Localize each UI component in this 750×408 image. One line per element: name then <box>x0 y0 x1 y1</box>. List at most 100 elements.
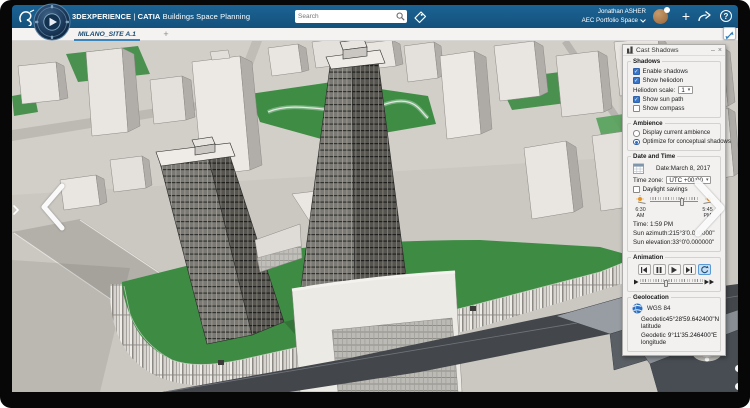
next-view-arrow[interactable] <box>688 177 730 239</box>
enable-shadows-checkbox[interactable] <box>633 68 640 75</box>
shadows-group: Shadows Enable shadows Show heliodon Hel… <box>627 61 721 118</box>
daylight-savings-label: Daylight savings <box>643 186 688 193</box>
show-sun-path-checkbox[interactable] <box>633 96 640 103</box>
latitude-label: Geodetic latitude <box>641 316 666 330</box>
speed-ticks <box>640 279 703 282</box>
ambience-group: Ambience Display current ambience Optimi… <box>627 123 721 151</box>
pause-icon <box>655 266 663 274</box>
optimize-shadows-radio[interactable] <box>633 139 640 146</box>
enable-shadows-row[interactable]: Enable shadows <box>633 68 717 75</box>
display-ambience-radio[interactable] <box>633 130 640 137</box>
new-tab-button[interactable]: + <box>160 28 172 41</box>
heliodon-scale-dropdown[interactable]: 1 ▾ <box>678 86 693 94</box>
timezone-label: Time zone: <box>633 177 663 184</box>
avatar[interactable] <box>653 9 668 24</box>
sunrise-icon <box>636 195 646 204</box>
tab-milano-site[interactable]: MILANO_SITE A.1 <box>72 28 142 41</box>
date-row: Date:March 8, 2017 <box>633 163 717 174</box>
edge-tool-dot[interactable] <box>735 383 738 390</box>
display-ambience-label: Display current ambience <box>643 130 711 136</box>
latitude-row: Geodetic latitude 45°28'59.642400"N <box>641 316 717 330</box>
skip-to-start-button[interactable] <box>638 264 651 275</box>
heliodon-scale-row: Heliodon scale: 1 ▾ <box>633 86 717 94</box>
speed-slider-thumb[interactable] <box>664 280 669 287</box>
animation-speed-row <box>633 277 715 287</box>
user-name: Jonathan ASHER <box>582 8 646 17</box>
tab-label: MILANO_SITE A.1 <box>78 31 136 38</box>
user-block[interactable]: Jonathan ASHER AEC Portfolio Space <box>582 8 646 25</box>
show-sun-path-label: Show sun path <box>643 96 684 103</box>
speed-track <box>640 283 703 284</box>
search-box[interactable] <box>295 10 407 23</box>
dropdown-caret-icon: ▾ <box>688 87 691 93</box>
sun-elevation-label: Sun elevation: <box>633 239 672 246</box>
sun-elevation-row: Sun elevation:33°0'0.000000" <box>633 239 717 246</box>
longitude-value: 9°11'35.246400"E <box>668 332 717 346</box>
pause-button[interactable] <box>653 264 666 275</box>
display-ambience-row[interactable]: Display current ambience <box>633 130 717 137</box>
heliodon-scale-value: 1 <box>681 87 684 94</box>
brand-catia: CATIA <box>138 12 161 21</box>
sun-azimuth-label: Sun azimuth: <box>633 230 669 237</box>
datum-value: WGS 84 <box>647 305 670 312</box>
brand-3dexperience: 3DEXPERIENCE <box>72 12 131 21</box>
time-label: Time: <box>633 221 648 228</box>
globe-icon <box>632 303 643 314</box>
application-window: 3DEXPERIENCE | CATIA Buildings Space Pla… <box>0 0 750 408</box>
loop-button[interactable] <box>698 264 711 275</box>
cast-shadows-icon <box>626 46 634 54</box>
panel-header[interactable]: Cast Shadows – × <box>623 45 725 56</box>
show-compass-label: Show compass <box>643 105 685 112</box>
shadows-group-title: Shadows <box>631 58 662 65</box>
previous-view-arrow[interactable] <box>36 181 70 233</box>
edge-tool-dot[interactable] <box>735 365 738 372</box>
search-icon[interactable] <box>396 12 405 21</box>
enable-shadows-label: Enable shadows <box>643 68 688 75</box>
show-compass-row[interactable]: Show compass <box>633 105 717 112</box>
longitude-label: Geodetic longitude <box>641 332 668 346</box>
panel-expander-arrow[interactable] <box>12 204 20 216</box>
animation-group: Animation <box>627 257 721 292</box>
expand-view-button[interactable] <box>723 27 736 40</box>
optimize-shadows-row[interactable]: Optimize for conceptual shadows <box>633 139 717 146</box>
geolocation-group-title: Geolocation <box>631 294 671 301</box>
share-icon[interactable] <box>697 10 712 23</box>
app-title: 3DEXPERIENCE | CATIA Buildings Space Pla… <box>72 12 250 21</box>
date-time-group-title: Date and Time <box>631 153 677 160</box>
animation-transport <box>631 264 717 275</box>
play-button[interactable] <box>668 264 681 275</box>
calendar-icon[interactable] <box>633 163 644 174</box>
tag-icon[interactable] <box>413 10 427 24</box>
add-content-button[interactable]: + <box>682 7 690 26</box>
show-heliodon-row[interactable]: Show heliodon <box>633 77 717 84</box>
minimize-button[interactable]: – <box>711 46 715 55</box>
show-sun-path-row[interactable]: Show sun path <box>633 96 717 103</box>
compass-widget[interactable] <box>33 3 71 41</box>
brand-divider: | <box>133 12 135 21</box>
optimize-shadows-label: Optimize for conceptual shadows <box>643 139 731 145</box>
speed-slider[interactable] <box>640 278 703 287</box>
sunrise-time: 6:30 AM <box>632 207 649 219</box>
show-heliodon-label: Show heliodon <box>643 77 684 84</box>
show-heliodon-checkbox[interactable] <box>633 77 640 84</box>
datum-row: WGS 84 <box>632 303 717 314</box>
daylight-savings-checkbox[interactable] <box>633 186 640 193</box>
workspace-name: AEC Portfolio Space <box>582 17 638 26</box>
play-icon <box>670 266 678 274</box>
skip-to-end-button[interactable] <box>683 264 696 275</box>
ambience-group-title: Ambience <box>631 120 665 127</box>
close-button[interactable]: × <box>718 46 722 55</box>
expand-arrows-icon <box>724 30 735 41</box>
notification-dot <box>664 7 670 13</box>
search-input[interactable] <box>295 13 396 20</box>
time-slider-thumb[interactable] <box>680 198 685 206</box>
skip-to-end-icon <box>685 266 693 274</box>
show-compass-checkbox[interactable] <box>633 105 640 112</box>
app-name: Buildings Space Planning <box>163 12 250 21</box>
loop-icon <box>700 265 709 274</box>
help-button[interactable]: ? <box>720 10 732 22</box>
sun-elevation-value: 33°0'0.000000" <box>672 239 714 246</box>
slow-speed-icon <box>633 279 639 285</box>
date-label: Date: <box>656 165 671 172</box>
3d-viewport[interactable]: Cast Shadows – × Shadows Enable shadows … <box>12 41 738 392</box>
